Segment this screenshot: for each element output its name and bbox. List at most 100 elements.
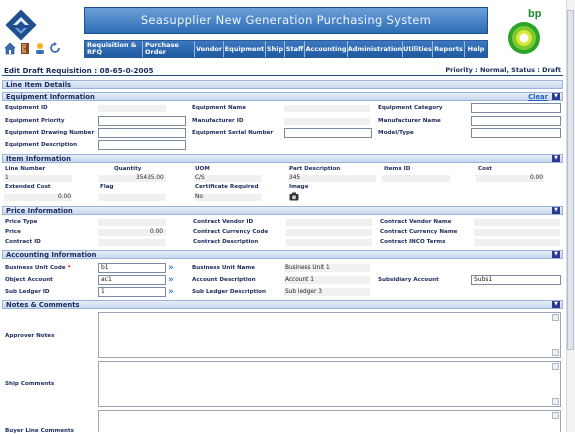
part-description-label: Part Description	[289, 166, 341, 172]
item-section-header: Item Information ▼	[2, 154, 563, 163]
accounting-section-title: Accounting Information	[6, 251, 97, 259]
contract-vendor-id-label: Contract Vendor ID	[193, 219, 254, 225]
quantity-value: 35435.00	[136, 175, 164, 181]
equipment-description-input[interactable]	[98, 140, 186, 150]
certificate-required-value: No	[195, 194, 203, 200]
app-logo-icon	[5, 9, 37, 41]
approver-notes-label: Approver Notes	[5, 333, 55, 339]
subsidiary-account-input[interactable]: Subs1	[471, 275, 561, 285]
clear-link[interactable]: Clear	[528, 93, 548, 101]
model-type-input[interactable]	[471, 128, 561, 138]
scroll-up-icon[interactable]	[552, 363, 559, 370]
home-icon[interactable]	[4, 42, 16, 55]
app-title-banner: Seasupplier New Generation Purchasing Sy…	[84, 7, 488, 34]
business-unit-code-input[interactable]: b1	[98, 263, 166, 273]
items-id-box	[382, 175, 450, 182]
scroll-up-icon[interactable]	[552, 314, 559, 321]
collapse-equipment-icon[interactable]: ▼	[552, 93, 560, 100]
nav-ship[interactable]: Ship	[266, 41, 285, 57]
nav-accounting[interactable]: Accounting	[305, 41, 348, 57]
manufacturer-name-input[interactable]	[471, 116, 561, 126]
bp-brand-text: bp	[528, 8, 542, 20]
quantity-label: Quantity	[114, 166, 142, 172]
line-item-header: Line Item Details	[2, 80, 563, 89]
equipment-section-header: Equipment Information Clear ▼	[2, 92, 563, 101]
contract-currency-code-label: Contract Currency Code	[193, 229, 269, 235]
flag-label: Flag	[100, 184, 114, 190]
equipment-id-value	[98, 105, 166, 112]
price-section-header: Price Information ▼	[2, 206, 563, 215]
business-unit-name-value: Business Unit 1	[285, 265, 330, 271]
line-item-title: Line Item Details	[6, 81, 72, 89]
items-id-label: Items ID	[384, 166, 411, 172]
collapse-notes-icon[interactable]: ▼	[552, 301, 560, 308]
nav-staff[interactable]: Staff	[285, 41, 305, 57]
contract-vendor-name-box	[474, 219, 560, 226]
price-type-label: Price Type	[5, 219, 38, 225]
business-unit-code-label: Business Unit Code *	[5, 265, 71, 271]
ship-comments-textarea[interactable]	[98, 361, 561, 407]
nav-help[interactable]: Help	[465, 41, 487, 57]
price-value: 0.00	[150, 229, 163, 235]
model-type-label: Model/Type	[378, 130, 414, 136]
sub-ledger-description-value: Sub ledger 3	[285, 289, 322, 295]
collapse-accounting-icon[interactable]: ▼	[552, 251, 560, 258]
nav-utilities[interactable]: Utilities	[403, 41, 433, 57]
equipment-name-value	[284, 105, 370, 112]
business-unit-lookup-icon[interactable]: »	[168, 264, 176, 273]
certificate-required-label: Certificate Required	[195, 184, 259, 190]
contract-currency-code-box	[286, 229, 372, 236]
nav-requisition-rfq[interactable]: Requisition & RFQ	[85, 41, 143, 57]
part-description-value: 345	[289, 175, 301, 181]
camera-icon[interactable]	[289, 192, 299, 201]
title-divider	[2, 75, 563, 76]
object-account-lookup-icon[interactable]: »	[168, 276, 176, 285]
nav-equipment[interactable]: Equipment	[224, 41, 266, 57]
scroll-down-icon[interactable]	[552, 398, 559, 405]
user-icon[interactable]	[34, 42, 46, 55]
buyer-line-comments-label: Buyer Line Comments	[5, 428, 74, 434]
sub-ledger-id-input[interactable]: 1	[98, 287, 166, 297]
manufacturer-id-value	[284, 118, 370, 125]
contract-vendor-id-box	[286, 219, 372, 226]
line-number-label: Line Number	[5, 166, 46, 172]
nav-vendor[interactable]: Vendor	[195, 41, 224, 57]
nav-reports[interactable]: Reports	[433, 41, 465, 57]
price-section-title: Price Information	[6, 207, 73, 215]
equipment-priority-input[interactable]	[98, 116, 186, 126]
uom-value: C/S	[195, 175, 205, 181]
account-description-label: Account Description	[192, 277, 256, 283]
business-unit-name-label: Business Unit Name	[192, 265, 256, 271]
extended-cost-label: Extended Cost	[5, 184, 51, 190]
contract-currency-name-label: Contract Currency Name	[380, 229, 458, 235]
contract-id-label: Contract ID	[5, 239, 41, 245]
scroll-down-icon[interactable]	[552, 349, 559, 356]
uom-label: UOM	[195, 166, 210, 172]
buyer-line-comments-textarea[interactable]	[98, 410, 561, 432]
approver-notes-textarea[interactable]	[98, 312, 561, 358]
bp-logo-icon: bp	[508, 8, 542, 54]
equipment-category-label: Equipment Category	[378, 105, 443, 111]
collapse-item-icon[interactable]: ▼	[552, 155, 560, 162]
sub-ledger-lookup-icon[interactable]: »	[168, 288, 176, 297]
object-account-label: Object Account	[5, 277, 53, 283]
scroll-up-icon[interactable]	[552, 412, 559, 419]
nav-administration[interactable]: Administration	[348, 41, 403, 57]
manufacturer-id-label: Manufacturer ID	[192, 118, 244, 124]
nav-purchase-order[interactable]: Purchase Order	[143, 41, 195, 57]
contract-inco-terms-box	[474, 239, 560, 246]
price-label: Price	[5, 229, 21, 235]
drawing-number-input[interactable]	[98, 128, 186, 138]
page-scrollbar-thumb[interactable]	[567, 10, 574, 350]
notes-section-title: Notes & Comments	[6, 301, 80, 309]
object-account-input[interactable]: ac1	[98, 275, 166, 285]
sub-ledger-id-label: Sub Ledger ID	[5, 289, 50, 295]
contract-id-box	[98, 239, 166, 246]
contract-currency-name-box	[474, 229, 560, 236]
serial-number-input[interactable]	[284, 128, 372, 138]
refresh-icon[interactable]	[49, 42, 61, 55]
equipment-category-input[interactable]	[471, 103, 561, 113]
collapse-price-icon[interactable]: ▼	[552, 207, 560, 214]
exit-door-icon[interactable]	[19, 42, 31, 55]
contract-description-box	[286, 239, 372, 246]
